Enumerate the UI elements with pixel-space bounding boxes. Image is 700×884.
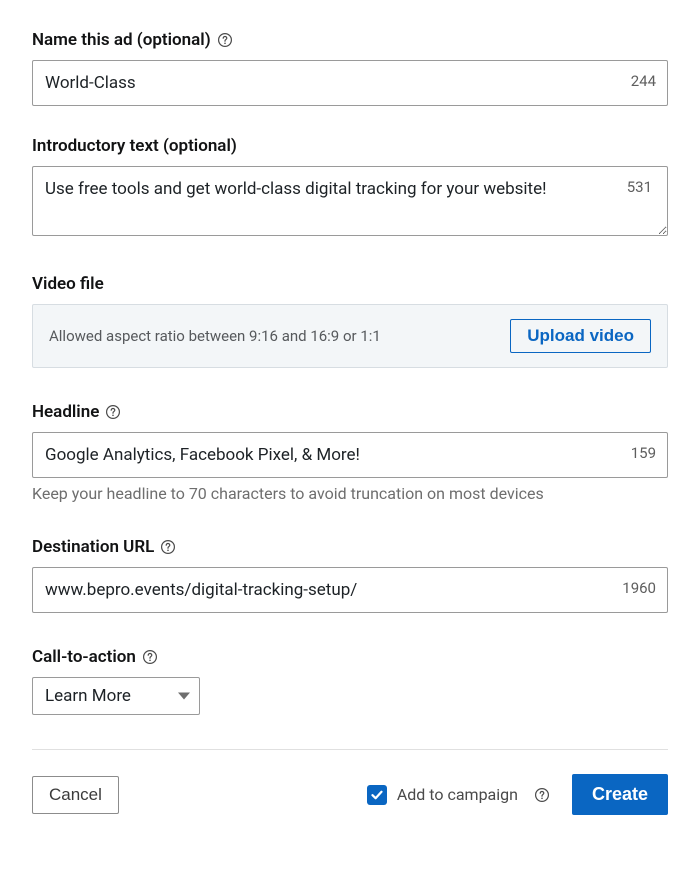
help-icon[interactable]	[534, 787, 550, 803]
help-icon[interactable]	[160, 539, 176, 555]
name-label: Name this ad (optional)	[32, 30, 211, 50]
add-to-campaign-checkbox[interactable]	[367, 785, 387, 805]
video-label: Video file	[32, 274, 104, 294]
headline-counter: 159	[631, 444, 656, 462]
create-button[interactable]: Create	[572, 774, 668, 815]
cancel-button[interactable]: Cancel	[32, 776, 119, 814]
help-icon[interactable]	[142, 649, 158, 665]
headline-label: Headline	[32, 402, 99, 422]
upload-video-button[interactable]: Upload video	[510, 319, 651, 353]
name-input[interactable]	[32, 60, 668, 106]
add-to-campaign-label: Add to campaign	[397, 785, 518, 804]
name-counter: 244	[631, 72, 656, 90]
intro-textarea[interactable]	[32, 166, 668, 236]
destination-input[interactable]	[32, 567, 668, 613]
video-hint: Allowed aspect ratio between 9:16 and 16…	[49, 327, 381, 345]
help-icon[interactable]	[217, 32, 233, 48]
headline-input[interactable]	[32, 432, 668, 478]
destination-counter: 1960	[622, 579, 656, 597]
cta-select[interactable]: Learn More	[32, 677, 200, 715]
destination-label: Destination URL	[32, 537, 154, 557]
divider	[32, 749, 668, 750]
video-upload-box: Allowed aspect ratio between 9:16 and 16…	[32, 304, 668, 368]
headline-hint: Keep your headline to 70 characters to a…	[32, 484, 668, 503]
intro-label: Introductory text (optional)	[32, 136, 237, 156]
cta-label: Call-to-action	[32, 647, 136, 667]
intro-counter: 531	[627, 178, 652, 196]
help-icon[interactable]	[105, 404, 121, 420]
